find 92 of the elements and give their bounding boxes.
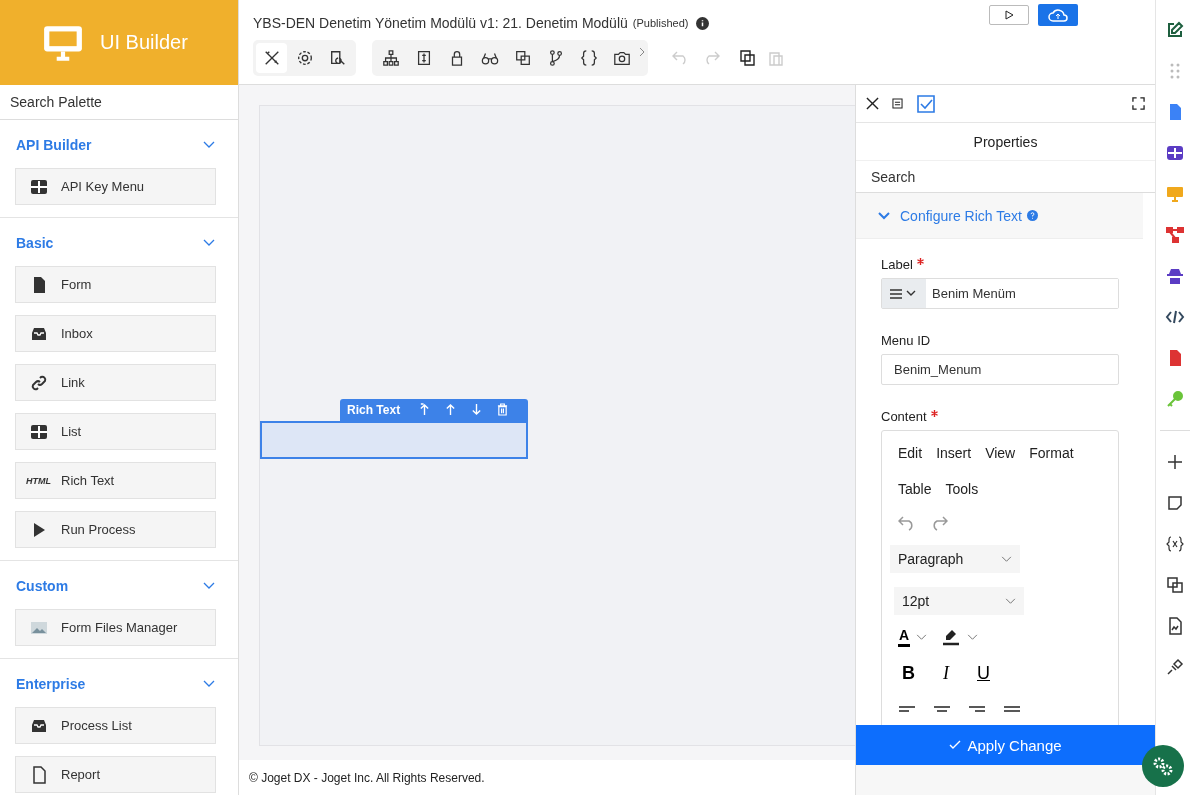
- chevron-icon[interactable]: [878, 211, 890, 220]
- section-header[interactable]: Configure Rich Text: [856, 193, 1143, 239]
- menu-item[interactable]: Insert: [936, 445, 972, 461]
- table-icon[interactable]: [1165, 143, 1185, 163]
- page-title: YBS-DEN Denetim Yönetim Modülü v1: 21. Denetim Modülü: [253, 15, 628, 31]
- chevron-icon[interactable]: [203, 141, 215, 149]
- upload-button[interactable]: [1038, 4, 1078, 26]
- element-label: Rich Text: [347, 402, 401, 417]
- field-label: Content: [881, 409, 927, 424]
- menu-item[interactable]: Tools: [945, 481, 979, 497]
- move-up-icon[interactable]: [419, 403, 431, 416]
- check-icon: [949, 740, 962, 750]
- chevron-right-icon[interactable]: [639, 47, 645, 57]
- list-view-icon[interactable]: [891, 97, 904, 110]
- menu-item[interactable]: Format: [1029, 445, 1074, 461]
- field-label: Label: [881, 257, 913, 272]
- redo-icon[interactable]: [930, 515, 948, 531]
- play-button[interactable]: [989, 5, 1029, 25]
- mode-tab[interactable]: [256, 43, 287, 73]
- panel-title: Properties: [973, 133, 1038, 150]
- field-label: Menu ID: [881, 333, 931, 348]
- delete-icon[interactable]: [497, 403, 509, 416]
- variable-icon[interactable]: [1165, 534, 1185, 554]
- search-field[interactable]: Search: [856, 160, 1155, 193]
- block-format-dropdown[interactable]: Paragraph: [890, 545, 1020, 573]
- html-icon: HTML: [26, 475, 51, 486]
- edit-icon[interactable]: [1165, 20, 1185, 40]
- arrow-down-icon[interactable]: [471, 403, 483, 416]
- palette-item[interactable]: Form Files Manager: [15, 609, 216, 646]
- info-icon[interactable]: [696, 16, 710, 30]
- underline-button[interactable]: U: [973, 663, 994, 684]
- link-icon: [29, 373, 48, 392]
- menu-item[interactable]: Edit: [898, 445, 923, 461]
- tree-icon: [381, 49, 400, 67]
- note-icon[interactable]: [1165, 493, 1185, 513]
- section-title[interactable]: Custom: [16, 578, 69, 594]
- palette-item[interactable]: Inbox: [15, 315, 216, 352]
- format-dropdown[interactable]: [882, 279, 926, 308]
- palette-item[interactable]: Process List: [15, 707, 216, 744]
- chevron-icon[interactable]: [1001, 555, 1012, 563]
- braces-icon: [579, 49, 598, 67]
- copy-icon[interactable]: [740, 50, 756, 66]
- palette-item[interactable]: HTML Rich Text: [15, 462, 216, 499]
- chevron-icon[interactable]: [916, 633, 928, 641]
- camera-icon: [612, 49, 631, 67]
- translate-icon[interactable]: [1165, 575, 1185, 595]
- palette-item[interactable]: Form: [15, 266, 216, 303]
- menu-item[interactable]: Table: [898, 481, 932, 497]
- palette-item[interactable]: Report: [15, 756, 216, 793]
- input-field[interactable]: Benim_Menum: [881, 354, 1119, 385]
- section-title[interactable]: Basic: [16, 235, 54, 251]
- app-title: UI Builder: [100, 31, 188, 54]
- plus-icon[interactable]: [1165, 452, 1185, 472]
- settings-button[interactable]: [1142, 745, 1184, 787]
- chevron-icon[interactable]: [203, 582, 215, 590]
- palette-item[interactable]: API Key Menu: [15, 168, 216, 205]
- flow-icon[interactable]: [1165, 225, 1185, 245]
- section-title[interactable]: Enterprise: [16, 676, 86, 692]
- palette-item[interactable]: List: [15, 413, 216, 450]
- palette-item[interactable]: Link: [15, 364, 216, 401]
- input-field[interactable]: Benim Menüm: [881, 278, 1119, 309]
- font-size-dropdown[interactable]: 12pt: [894, 587, 1024, 615]
- menu-item[interactable]: View: [985, 445, 1016, 461]
- checkbox-view-icon[interactable]: [916, 93, 936, 114]
- gear-icon: [295, 49, 314, 67]
- translate-icon: [513, 49, 532, 67]
- palette-item[interactable]: Run Process: [15, 511, 216, 548]
- grid-icon: [29, 422, 48, 441]
- fullscreen-icon[interactable]: [1132, 97, 1145, 110]
- play-icon: [1004, 10, 1014, 20]
- section-title[interactable]: API Builder: [16, 137, 92, 153]
- chevron-icon[interactable]: [203, 239, 215, 247]
- undo-icon[interactable]: [898, 515, 916, 531]
- close-icon[interactable]: [866, 97, 879, 110]
- italic-button[interactable]: I: [939, 663, 953, 684]
- menu-caret-icon: [890, 287, 918, 300]
- arrow-up-icon[interactable]: [445, 403, 457, 416]
- chevron-icon[interactable]: [1005, 597, 1016, 605]
- text-color-button[interactable]: A: [898, 627, 911, 647]
- apply-change-button[interactable]: Apply Change: [856, 725, 1155, 765]
- chevron-icon[interactable]: [203, 680, 215, 688]
- highlighter-icon[interactable]: [941, 628, 962, 646]
- chevron-icon[interactable]: [967, 633, 979, 641]
- grid-icon: [29, 177, 48, 196]
- status-label: (Published): [632, 17, 689, 29]
- rich-text-element[interactable]: [260, 420, 528, 459]
- bold-button[interactable]: B: [898, 663, 919, 684]
- cloud-upload-icon: [1048, 8, 1068, 22]
- copyright-text: © Joget DX - Joget Inc. All Rights Reserved.: [249, 770, 485, 785]
- monitor-icon: [42, 24, 84, 61]
- help-icon[interactable]: [1026, 210, 1038, 221]
- preview-icon: [328, 49, 347, 67]
